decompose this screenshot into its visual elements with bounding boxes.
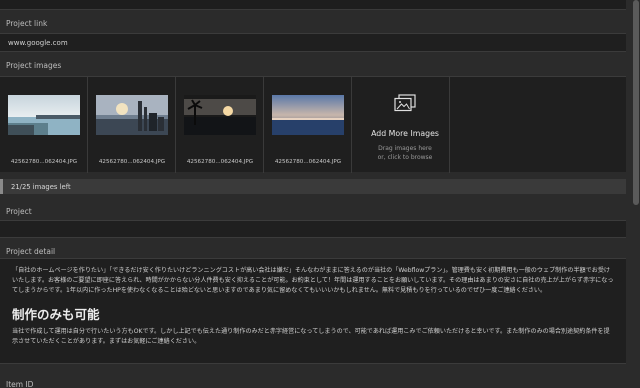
project-link-label: Project link [6,19,48,28]
project-detail-editor[interactable]: 「自社のホームページを作りたい」「できるだけ安く作りたいけどランニングコストが高… [0,258,626,364]
add-more-images-title: Add More Images [371,129,439,138]
image-thumbnail [96,95,168,135]
image-filename: 42562780...062404.JPG [274,159,342,165]
image-tile[interactable]: 42562780...062404.JPG [88,77,176,173]
image-tile[interactable]: 42562780...062404.JPG [176,77,264,173]
project-input[interactable] [0,220,626,238]
image-thumbnail [184,95,256,135]
previous-field[interactable] [0,0,626,10]
image-thumbnail [8,95,80,135]
detail-paragraph: 「自社のホームページを作りたい」「できるだけ安く作りたいけどランニングコストが高… [12,267,614,294]
project-link-input[interactable]: www.google.com [0,33,626,52]
image-filename: 42562780...062404.JPG [10,159,78,165]
project-link-value: www.google.com [8,39,68,47]
image-tile[interactable]: 42562780...062404.JPG [264,77,352,173]
detail-heading: 制作のみも可能 [12,307,100,322]
scrollbar-thumb[interactable] [633,0,639,205]
detail-paragraph: 当社で作成して運用は自分で行いたいう方もOKです。しかし上記でも伝えた通り制作の… [12,328,610,345]
project-label: Project [6,207,32,216]
add-more-images-hint: Drag images here or, click to browse [377,145,433,161]
images-icon [394,94,416,112]
image-filename: 42562780...062404.JPG [98,159,166,165]
images-left-counter: 21/25 images left [0,179,626,194]
image-tile[interactable]: 42562780...062404.JPG [0,77,88,173]
image-thumbnail [272,95,344,135]
add-more-images-button[interactable]: Add More Images Drag images here or, cli… [360,77,450,173]
project-images-gallery: 42562780...062404.JPG 42562780...062404.… [0,76,626,173]
item-id-label: Item ID [6,380,34,388]
project-detail-label: Project detail [6,247,56,256]
image-filename: 42562780...062404.JPG [186,159,254,165]
project-images-label: Project images [6,61,62,70]
